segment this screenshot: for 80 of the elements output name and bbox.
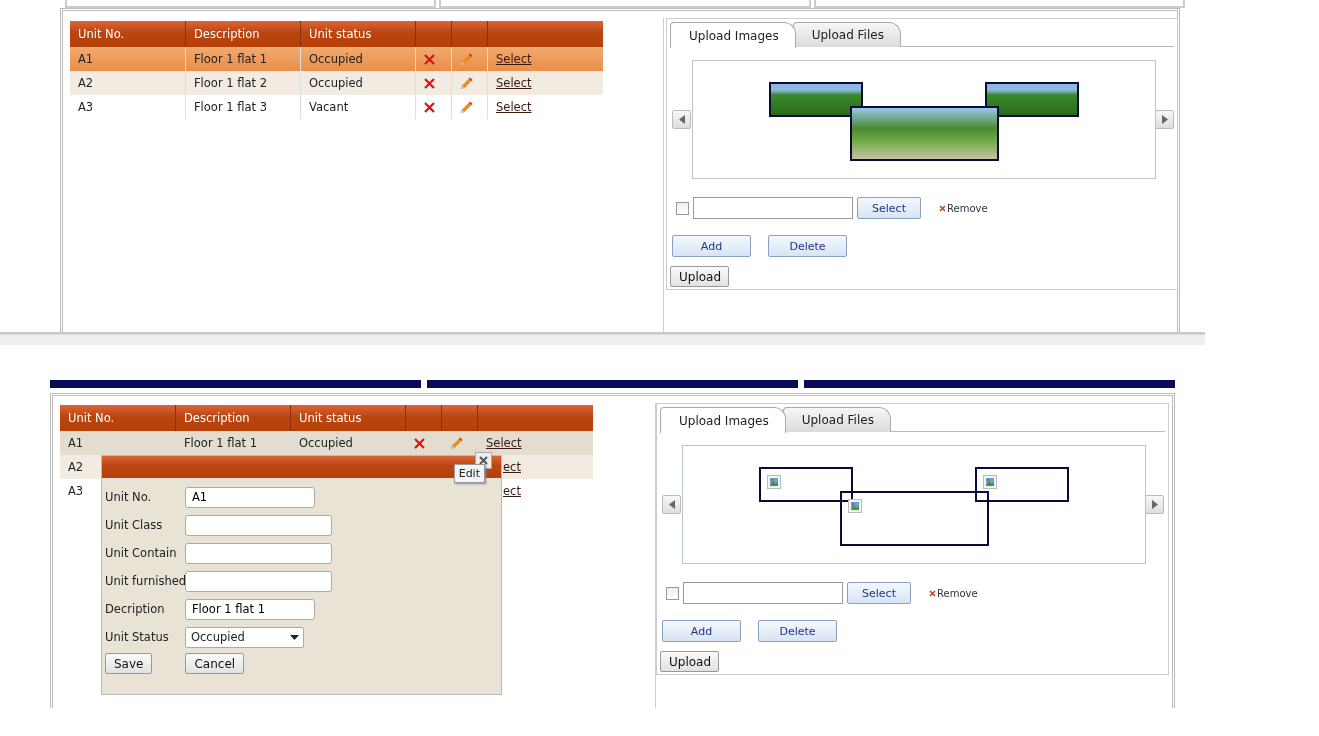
close-icon xyxy=(929,589,936,597)
empty-image-frame[interactable] xyxy=(840,491,989,546)
table-cell-text: A3 xyxy=(78,99,94,116)
text-field[interactable]: Floor 1 flat 1 xyxy=(185,598,315,620)
dialog-button[interactable]: Cancel xyxy=(185,653,245,674)
table-cell-text: Occupied xyxy=(299,435,353,452)
checkbox[interactable] xyxy=(676,201,689,215)
table-cell-text: A2 xyxy=(78,75,94,92)
table-cell-text: Occupied xyxy=(309,75,363,92)
field-label: Unit Contain xyxy=(105,546,178,560)
delete-button[interactable]: Delete xyxy=(758,620,837,642)
tab[interactable]: Upload Files xyxy=(782,407,891,432)
tab[interactable]: Upload Images xyxy=(670,22,796,48)
table-cell-text: A1 xyxy=(78,51,94,68)
empty-image-frame[interactable] xyxy=(975,467,1069,502)
table-cell-text: Vacant xyxy=(309,99,349,116)
close-icon xyxy=(939,204,946,212)
field-label: Decription xyxy=(105,602,166,616)
broken-image-icon xyxy=(848,499,862,513)
table-cell-text: A3 xyxy=(68,483,84,500)
broken-image-icon xyxy=(983,475,997,489)
table-cell-text: Floor 1 flat 2 xyxy=(194,75,267,92)
checkbox[interactable] xyxy=(666,586,679,600)
add-button[interactable]: Add xyxy=(662,620,741,642)
delete-icon[interactable] xyxy=(424,77,435,89)
upload-button[interactable]: Upload xyxy=(660,651,719,672)
status-dropdown[interactable]: Occupied xyxy=(185,626,304,648)
remove-link[interactable]: Remove xyxy=(939,202,988,214)
text-field[interactable]: A1 xyxy=(185,486,315,508)
add-button[interactable]: Add xyxy=(672,235,751,257)
upload-button[interactable]: Upload xyxy=(670,266,729,287)
delete-icon[interactable] xyxy=(414,437,425,449)
select-button[interactable]: Select xyxy=(857,197,921,219)
text-field[interactable] xyxy=(185,542,332,564)
previous-button[interactable] xyxy=(662,495,681,514)
delete-button[interactable]: Delete xyxy=(768,235,847,257)
table-cell-text: Floor 1 flat 1 xyxy=(184,435,257,452)
remove-link[interactable]: Remove xyxy=(929,587,978,599)
previous-button[interactable] xyxy=(672,110,691,129)
table-cell-text: Floor 1 flat 3 xyxy=(194,99,267,116)
broken-image-icon xyxy=(767,475,781,489)
table-cell-text: A1 xyxy=(68,435,84,452)
left-arrow-icon xyxy=(668,500,675,509)
table-cell-text: A2 xyxy=(68,459,84,476)
file-name-field[interactable] xyxy=(683,582,843,604)
select-link[interactable]: ect xyxy=(503,479,521,503)
select-link[interactable]: Select xyxy=(496,71,532,95)
select-link[interactable]: Select xyxy=(496,95,532,119)
select-link[interactable]: Select xyxy=(496,47,532,71)
pencil-icon[interactable] xyxy=(460,100,473,114)
field-label: Unit Class xyxy=(105,518,164,532)
text-field[interactable] xyxy=(185,514,332,536)
photo-placeholder[interactable] xyxy=(850,106,999,161)
photo-placeholder[interactable] xyxy=(985,82,1079,117)
dialog-button[interactable]: Save xyxy=(105,653,153,674)
field-label: Unit Status xyxy=(105,630,170,644)
close-icon xyxy=(479,456,488,465)
field-label: Unit No. xyxy=(105,490,153,504)
delete-icon[interactable] xyxy=(424,101,435,113)
delete-icon[interactable] xyxy=(424,53,435,65)
tab[interactable]: Upload Files xyxy=(792,22,901,47)
field-label: Unit furnished xyxy=(105,574,185,588)
select-button[interactable]: Select xyxy=(847,582,911,604)
tooltip: Edit xyxy=(453,464,485,483)
pencil-icon[interactable] xyxy=(460,76,473,90)
pencil-icon[interactable] xyxy=(450,436,463,450)
empty-image-frame[interactable] xyxy=(759,467,853,502)
tab[interactable]: Upload Images xyxy=(660,407,786,433)
select-link[interactable]: ect xyxy=(503,455,521,479)
right-arrow-icon xyxy=(1161,115,1168,124)
table-cell-text: Floor 1 flat 1 xyxy=(194,51,267,68)
select-link[interactable]: Select xyxy=(486,431,522,455)
pencil-icon[interactable] xyxy=(460,52,473,66)
left-arrow-icon xyxy=(678,115,685,124)
table-cell-text: Occupied xyxy=(309,51,363,68)
file-name-field[interactable] xyxy=(693,197,853,219)
text-field[interactable] xyxy=(185,570,332,592)
right-arrow-icon xyxy=(1151,500,1158,509)
caret-icon xyxy=(290,634,299,640)
photo-placeholder[interactable] xyxy=(769,82,863,117)
